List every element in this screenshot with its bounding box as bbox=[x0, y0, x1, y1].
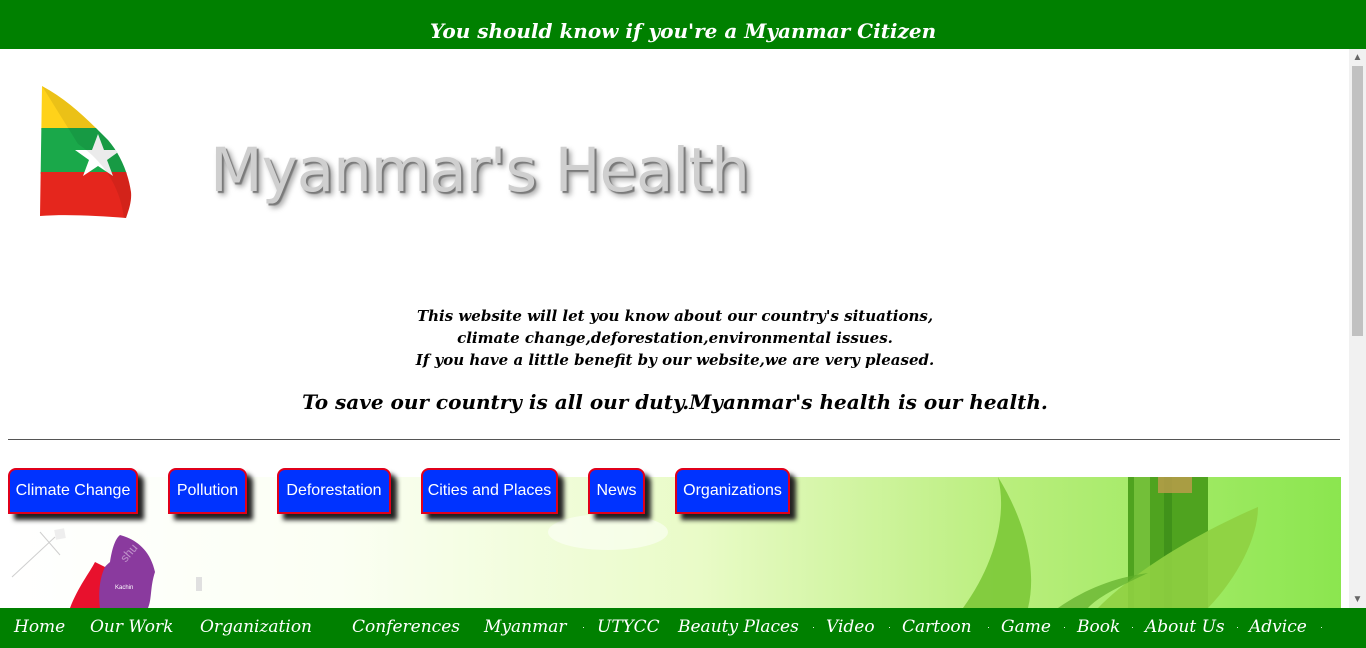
footer-link-game[interactable]: Game bbox=[1001, 617, 1051, 637]
nav-news-button[interactable]: News bbox=[588, 468, 645, 514]
footer-separator: · bbox=[888, 622, 891, 632]
footer-link-advice[interactable]: Advice bbox=[1249, 617, 1307, 637]
footer-link-home[interactable]: Home bbox=[14, 617, 65, 637]
site-title: Myanmar's Health bbox=[210, 135, 750, 206]
nav-cities-places-button[interactable]: Cities and Places bbox=[421, 468, 558, 514]
intro-line: climate change,deforestation,environment… bbox=[457, 329, 893, 347]
footer-link-book[interactable]: Book bbox=[1077, 617, 1120, 637]
footer-separator: · bbox=[582, 622, 585, 632]
tagline: You should know if you're a Myanmar Citi… bbox=[429, 19, 937, 43]
map-region-label: Kachin bbox=[115, 585, 133, 591]
intro-text: This website will let you know about our… bbox=[300, 305, 1050, 371]
scroll-thumb[interactable] bbox=[1352, 66, 1363, 336]
nav-pollution-button[interactable]: Pollution bbox=[168, 468, 247, 514]
top-banner: You should know if you're a Myanmar Citi… bbox=[0, 0, 1366, 49]
nav-organizations-button[interactable]: Organizations bbox=[675, 468, 790, 514]
scroll-down-icon[interactable]: ▼ bbox=[1349, 591, 1366, 608]
footer-link-about-us[interactable]: About Us bbox=[1145, 617, 1225, 637]
footer-separator: · bbox=[1063, 622, 1066, 632]
footer-separator: · bbox=[987, 622, 990, 632]
footer-separator: · bbox=[812, 622, 815, 632]
footer-link-beauty-places[interactable]: Beauty Places bbox=[678, 617, 799, 637]
footer-link-cartoon[interactable]: Cartoon bbox=[902, 617, 972, 637]
footer-link-our-work[interactable]: Our Work bbox=[90, 617, 173, 637]
intro-line: This website will let you know about our… bbox=[416, 307, 934, 325]
footer-separator: · bbox=[1320, 622, 1323, 632]
footer-nav-bar: Home Our Work Organization Conferences M… bbox=[0, 608, 1366, 648]
vertical-scrollbar[interactable]: ▲ ▼ bbox=[1349, 49, 1366, 608]
divider bbox=[8, 439, 1340, 440]
duty-statement: To save our country is all our duty.Myan… bbox=[302, 390, 1048, 414]
footer-separator: · bbox=[1131, 622, 1134, 632]
nav-deforestation-button[interactable]: Deforestation bbox=[277, 468, 391, 514]
footer-link-myanmar[interactable]: Myanmar bbox=[484, 617, 566, 637]
nav-climate-change-button[interactable]: Climate Change bbox=[8, 468, 138, 514]
footer-link-conferences[interactable]: Conferences bbox=[352, 617, 460, 637]
intro-line: If you have a little benefit by our webs… bbox=[415, 351, 935, 369]
footer-link-organization[interactable]: Organization bbox=[200, 617, 312, 637]
footer-separator: · bbox=[1236, 622, 1239, 632]
footer-link-utycc[interactable]: UTYCC bbox=[597, 617, 660, 637]
myanmar-flag-icon bbox=[40, 86, 132, 218]
scroll-up-icon[interactable]: ▲ bbox=[1349, 49, 1366, 66]
footer-link-video[interactable]: Video bbox=[826, 617, 875, 637]
